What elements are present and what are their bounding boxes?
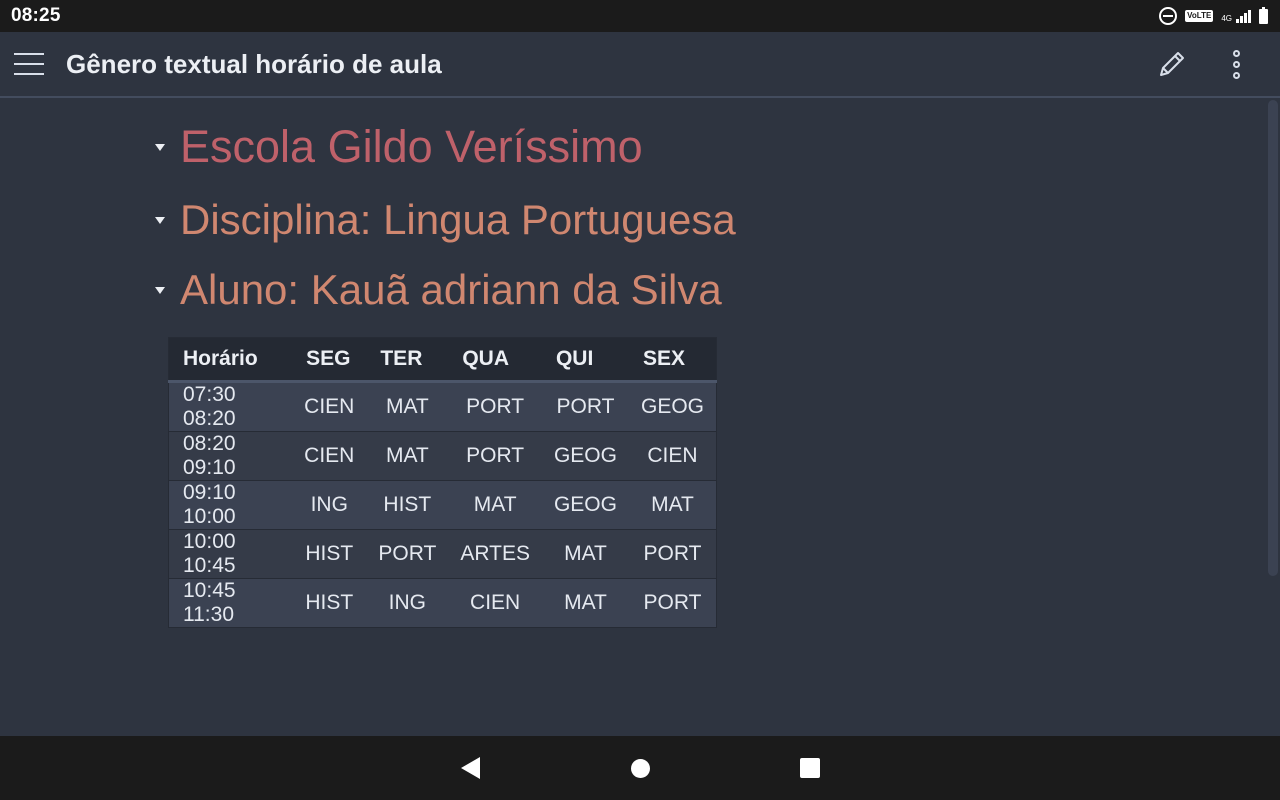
table-header: QUI: [541, 337, 629, 383]
table-cell: 07:30 08:20: [168, 381, 293, 432]
table-row: 10:00 10:45 HIST PORT ARTES MAT PORT: [168, 529, 717, 579]
table-cell: MAT: [541, 578, 629, 628]
table-header: SEX: [628, 337, 717, 383]
table-cell: PORT: [541, 381, 629, 432]
table-header: SEG: [292, 337, 367, 383]
volte-icon: VoLTE: [1185, 10, 1214, 22]
table-cell: PORT: [366, 529, 449, 579]
table-cell: HIST: [366, 480, 449, 530]
table-cell: MAT: [366, 431, 449, 481]
table-cell: 08:20 09:10: [168, 431, 293, 481]
table-cell: PORT: [628, 529, 717, 579]
table-cell: MAT: [366, 381, 449, 432]
signal-icon: [1236, 9, 1251, 23]
home-button[interactable]: [555, 736, 725, 800]
table-header: TER: [366, 337, 449, 383]
collapse-toggle-icon[interactable]: [152, 140, 168, 154]
table-cell: GEOG: [541, 431, 629, 481]
schedule-table: Horário SEG TER QUA QUI SEX 07:30 08:20 …: [168, 337, 717, 628]
status-time: 08:25: [11, 5, 61, 26]
table-cell: PORT: [448, 381, 542, 432]
navigation-bar: [0, 736, 1280, 800]
pencil-icon: [1160, 52, 1184, 76]
document-view[interactable]: Escola Gildo Veríssimo Disciplina: Lingu…: [0, 99, 1268, 736]
heading-2: Disciplina: Lingua Portuguesa: [152, 196, 736, 244]
table-header: Horário: [168, 337, 293, 383]
heading-3: Aluno: Kauã adriann da Silva: [152, 266, 722, 314]
more-vertical-icon: [1232, 49, 1240, 79]
status-icons: VoLTE 4G: [1159, 6, 1268, 25]
table-cell: PORT: [628, 578, 717, 628]
collapse-toggle-icon[interactable]: [152, 213, 168, 227]
table-cell: ING: [292, 480, 367, 530]
table-cell: CIEN: [292, 381, 367, 432]
table-cell: 10:00 10:45: [168, 529, 293, 579]
table-cell: ARTES: [448, 529, 542, 579]
table-cell: MAT: [541, 529, 629, 579]
heading-1: Escola Gildo Veríssimo: [152, 121, 643, 173]
heading-subject: Disciplina: Lingua Portuguesa: [180, 196, 736, 243]
table-cell: GEOG: [541, 480, 629, 530]
table-cell: ING: [366, 578, 449, 628]
menu-button[interactable]: [0, 31, 58, 97]
app-bar: Gênero textual horário de aula: [0, 32, 1280, 98]
collapse-toggle-icon[interactable]: [152, 283, 168, 297]
recents-button[interactable]: [725, 736, 895, 800]
table-cell: HIST: [292, 578, 367, 628]
heading-school: Escola Gildo Veríssimo: [180, 121, 643, 172]
table-header: QUA: [448, 337, 542, 383]
vertical-scrollbar[interactable]: [1268, 100, 1278, 576]
table-cell: 10:45 11:30: [168, 578, 293, 628]
status-bar: 08:25 VoLTE 4G: [0, 0, 1280, 32]
home-icon: [630, 758, 650, 778]
table-cell: MAT: [628, 480, 717, 530]
page-title: Gênero textual horário de aula: [66, 48, 442, 79]
table-row: 07:30 08:20 CIEN MAT PORT PORT GEOG: [168, 381, 717, 432]
table-header-row: Horário SEG TER QUA QUI SEX: [168, 337, 717, 383]
back-icon: [460, 757, 480, 779]
table-cell: CIEN: [448, 578, 542, 628]
hamburger-menu-icon: [14, 53, 44, 55]
table-row: 10:45 11:30 HIST ING CIEN MAT PORT: [168, 578, 717, 628]
heading-student: Aluno: Kauã adriann da Silva: [180, 266, 722, 313]
more-options-button[interactable]: [1204, 31, 1268, 97]
battery-icon: [1259, 6, 1268, 24]
4g-icon: 4G: [1221, 14, 1232, 23]
table-cell: GEOG: [628, 381, 717, 432]
table-cell: PORT: [448, 431, 542, 481]
table-cell: MAT: [448, 480, 542, 530]
table-row: 09:10 10:00 ING HIST MAT GEOG MAT: [168, 480, 717, 530]
table-cell: HIST: [292, 529, 367, 579]
table-cell: CIEN: [628, 431, 717, 481]
recents-icon: [800, 758, 820, 778]
do-not-disturb-icon: [1159, 7, 1178, 25]
table-cell: 09:10 10:00: [168, 480, 293, 530]
table-cell: CIEN: [292, 431, 367, 481]
table-row: 08:20 09:10 CIEN MAT PORT GEOG CIEN: [168, 431, 717, 481]
back-button[interactable]: [385, 736, 555, 800]
edit-button[interactable]: [1140, 31, 1204, 97]
